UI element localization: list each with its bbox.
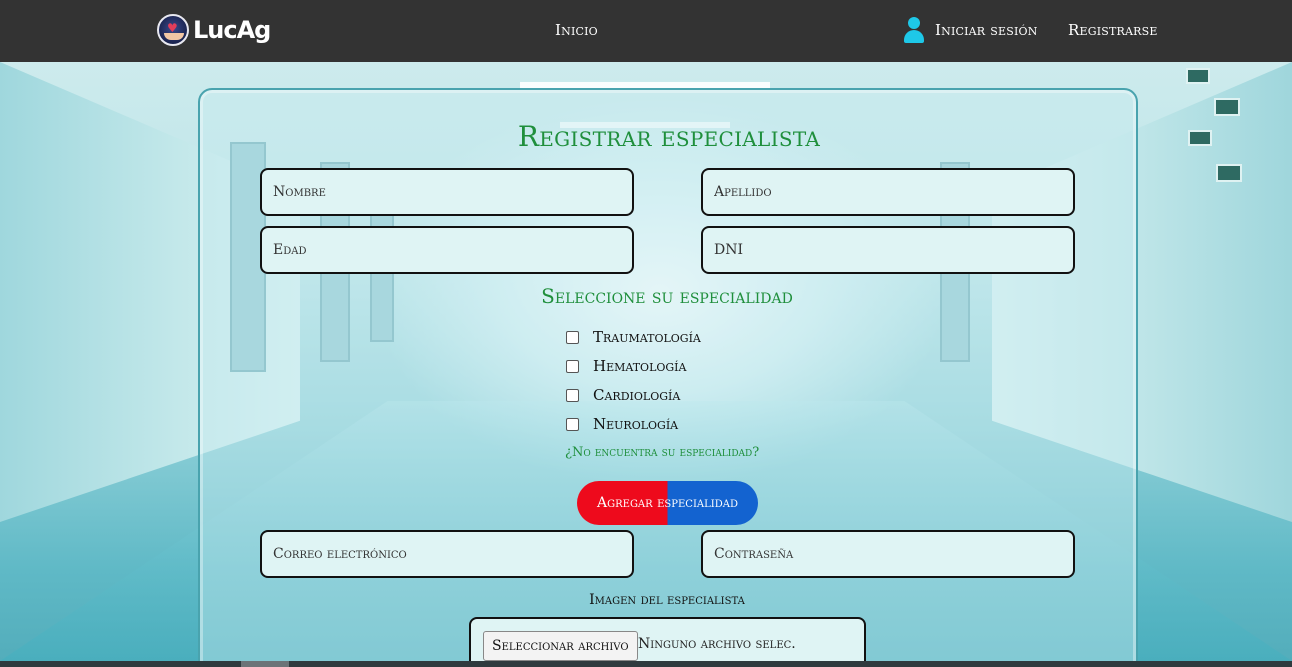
specialty-checkbox[interactable] [566,388,579,402]
image-upload-field[interactable]: Seleccionar archivo Ninguno archivo sele… [469,617,866,667]
age-field[interactable] [260,226,634,274]
nav-register-link[interactable]: Registrarse [1068,21,1158,39]
specialty-label: Neurología [593,415,679,433]
choose-file-button[interactable]: Seleccionar archivo [483,631,638,661]
email-field[interactable] [260,530,634,578]
nav-login-label: Iniciar sesión [935,21,1038,39]
age-input[interactable] [262,228,632,272]
image-upload-label: Imagen del especialista [589,592,745,608]
brand-logo-link[interactable]: ♥ LucAg [157,12,271,48]
specialty-option-hematologia[interactable]: Hematología [566,356,686,376]
specialty-option-traumatologia[interactable]: Traumatología [566,327,701,347]
password-input[interactable] [703,532,1073,576]
specialty-label: Traumatología [593,328,701,346]
dni-field[interactable] [701,226,1075,274]
last-name-input[interactable] [703,170,1073,214]
first-name-field[interactable] [260,168,634,216]
brand-name: LucAg [193,16,271,44]
specialty-label: Hematología [593,357,687,375]
password-field[interactable] [701,530,1075,578]
horizontal-scrollbar[interactable] [0,661,1292,667]
user-icon [903,17,925,43]
scrollbar-thumb[interactable] [241,661,289,667]
specialty-option-neurologia[interactable]: Neurología [566,414,678,434]
brand-logo-icon: ♥ [157,14,189,46]
specialty-checkbox[interactable] [566,330,579,344]
top-navbar: ♥ LucAg Inicio Iniciar sesión Registrars… [0,0,1292,62]
form-title: Registrar especialista [517,120,821,153]
specialty-checkbox[interactable] [566,417,579,431]
specialty-checkbox[interactable] [566,359,579,373]
last-name-field[interactable] [701,168,1075,216]
add-specialty-button[interactable]: Agregar especialidad [577,481,758,525]
nav-login-link[interactable]: Iniciar sesión [903,17,1038,43]
specialty-option-cardiologia[interactable]: Cardiología [566,385,680,405]
specialty-section-title: Seleccione su especialidad [541,284,793,308]
missing-specialty-link[interactable]: ¿No encuentra su especialidad? [565,445,759,460]
nav-home-link[interactable]: Inicio [555,21,598,39]
first-name-input[interactable] [262,170,632,214]
email-input[interactable] [262,532,632,576]
file-status-text: Ninguno archivo selec. [638,636,796,652]
specialty-label: Cardiología [593,386,681,404]
dni-input[interactable] [703,228,1073,272]
